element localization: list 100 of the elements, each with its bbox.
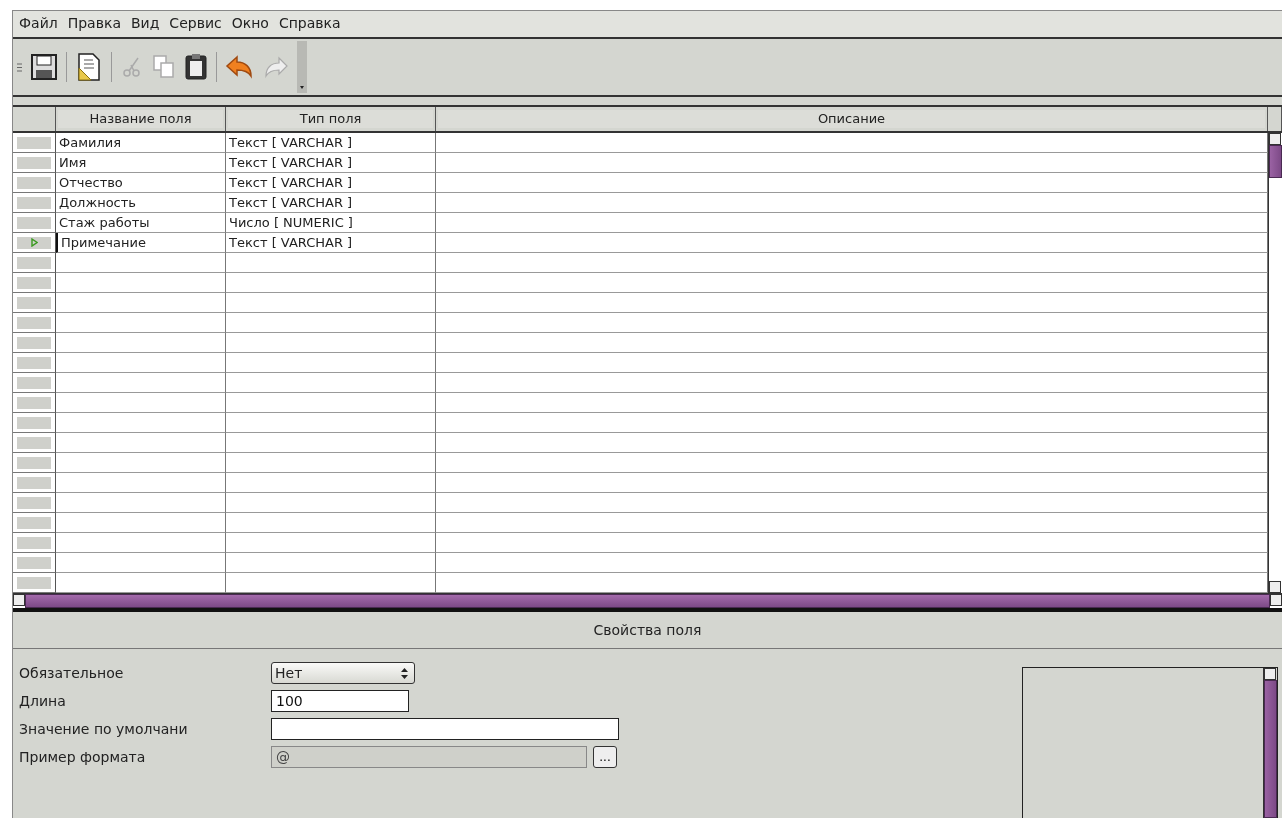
row-header[interactable] <box>17 436 51 449</box>
row-header[interactable] <box>17 276 51 289</box>
dropdown[interactable]: Нет <box>271 662 415 684</box>
row-header[interactable] <box>17 196 51 209</box>
table-cell[interactable] <box>226 473 436 493</box>
scroll-right-button[interactable] <box>1270 594 1282 606</box>
row-header[interactable] <box>17 336 51 349</box>
table-cell[interactable]: Отчество <box>56 173 226 193</box>
table-cell[interactable] <box>226 433 436 453</box>
row-header[interactable] <box>17 476 51 489</box>
table-cell[interactable]: Имя <box>56 153 226 173</box>
row-header[interactable] <box>17 236 51 249</box>
table-cell[interactable] <box>436 173 1268 193</box>
row-header[interactable] <box>17 496 51 509</box>
row-header[interactable] <box>17 376 51 389</box>
menu-item[interactable]: Правка <box>67 15 121 34</box>
table-cell[interactable] <box>226 453 436 473</box>
table-cell[interactable] <box>436 513 1268 533</box>
table-cell[interactable]: Текст [ VARCHAR ] <box>226 133 436 153</box>
table-cell[interactable] <box>226 253 436 273</box>
table-cell[interactable] <box>226 333 436 353</box>
table-cell[interactable] <box>436 393 1268 413</box>
table-cell[interactable] <box>436 213 1268 233</box>
table-cell[interactable]: Фамилия <box>56 133 226 153</box>
row-header[interactable] <box>17 156 51 169</box>
table-cell[interactable] <box>436 433 1268 453</box>
table-cell[interactable] <box>226 353 436 373</box>
table-cell[interactable]: Должность <box>56 193 226 213</box>
table-cell[interactable] <box>56 293 226 313</box>
toolbar-grip-icon[interactable] <box>17 62 22 72</box>
menu-item[interactable]: Вид <box>130 15 160 34</box>
table-cell[interactable] <box>56 393 226 413</box>
table-cell[interactable] <box>436 473 1268 493</box>
scroll-left-button[interactable] <box>13 594 25 606</box>
table-cell[interactable] <box>56 273 226 293</box>
table-cell[interactable] <box>436 353 1268 373</box>
input-field[interactable] <box>271 718 619 740</box>
column-header[interactable]: Название поля <box>58 110 223 128</box>
table-cell[interactable] <box>226 513 436 533</box>
scroll-up-button[interactable] <box>1264 668 1276 680</box>
table-cell[interactable] <box>226 273 436 293</box>
table-cell[interactable] <box>56 353 226 373</box>
table-cell[interactable] <box>436 193 1268 213</box>
menu-item[interactable]: Окно <box>231 15 269 34</box>
table-cell[interactable]: Стаж работы <box>56 213 226 233</box>
table-cell[interactable] <box>436 533 1268 553</box>
table-cell[interactable] <box>226 313 436 333</box>
column-header[interactable]: Тип поля <box>228 110 433 128</box>
table-cell[interactable] <box>436 373 1268 393</box>
row-header[interactable] <box>17 296 51 309</box>
row-header[interactable] <box>17 556 51 569</box>
row-header[interactable] <box>17 576 51 589</box>
table-cell[interactable] <box>56 473 226 493</box>
row-header[interactable] <box>17 536 51 549</box>
input-field[interactable]: 100 <box>271 690 409 712</box>
table-cell[interactable] <box>436 153 1268 173</box>
row-header[interactable] <box>17 356 51 369</box>
table-cell[interactable] <box>56 513 226 533</box>
vertical-scrollbar[interactable] <box>1268 133 1282 593</box>
table-cell[interactable] <box>436 293 1268 313</box>
table-cell[interactable]: Число [ NUMERIC ] <box>226 213 436 233</box>
table-cell[interactable] <box>436 313 1268 333</box>
undo-icon[interactable] <box>225 54 255 80</box>
row-header[interactable] <box>17 456 51 469</box>
save-icon[interactable] <box>30 53 58 81</box>
table-cell[interactable] <box>226 413 436 433</box>
document-edit-icon[interactable] <box>75 52 103 82</box>
table-cell[interactable] <box>436 133 1268 153</box>
scrollbar-thumb[interactable] <box>1269 145 1282 178</box>
table-cell[interactable] <box>56 313 226 333</box>
table-cell[interactable] <box>226 533 436 553</box>
table-cell[interactable] <box>56 453 226 473</box>
table-cell[interactable]: Текст [ VARCHAR ] <box>226 153 436 173</box>
table-cell[interactable] <box>226 293 436 313</box>
menu-item[interactable]: Файл <box>19 15 58 34</box>
table-cell[interactable] <box>226 393 436 413</box>
row-header[interactable] <box>17 316 51 329</box>
table-cell[interactable] <box>226 553 436 573</box>
row-header[interactable] <box>17 396 51 409</box>
table-cell[interactable] <box>436 333 1268 353</box>
column-header[interactable]: Описание <box>438 110 1265 128</box>
table-cell[interactable] <box>56 373 226 393</box>
table-cell[interactable] <box>436 233 1268 253</box>
clipboard-icon[interactable] <box>184 53 208 81</box>
table-cell[interactable] <box>226 373 436 393</box>
table-cell[interactable]: Текст [ VARCHAR ] <box>226 173 436 193</box>
table-cell[interactable] <box>56 493 226 513</box>
table-cell[interactable] <box>226 493 436 513</box>
table-cell[interactable] <box>436 453 1268 473</box>
row-header[interactable] <box>17 176 51 189</box>
table-cell[interactable] <box>56 553 226 573</box>
table-cell[interactable] <box>56 413 226 433</box>
row-header[interactable] <box>17 216 51 229</box>
table-cell[interactable] <box>56 253 226 273</box>
scroll-down-button[interactable] <box>1269 581 1281 593</box>
row-header[interactable] <box>17 256 51 269</box>
menu-item[interactable]: Сервис <box>169 15 222 34</box>
table-cell[interactable] <box>56 433 226 453</box>
table-cell[interactable] <box>436 253 1268 273</box>
menu-item[interactable]: Справка <box>278 15 341 34</box>
